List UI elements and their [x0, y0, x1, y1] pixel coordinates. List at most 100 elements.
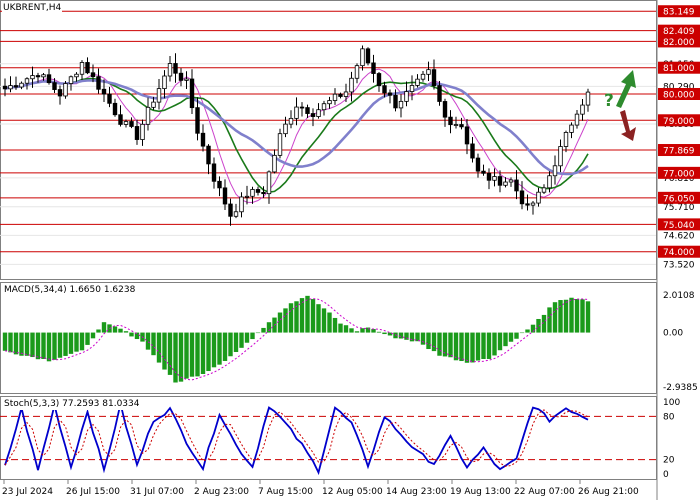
candle-body — [173, 63, 178, 74]
candle-body — [426, 69, 431, 75]
macd-bar — [35, 332, 41, 360]
stoch-label: Stoch(5,3,3) 77.2593 81.0334 — [3, 399, 141, 410]
stoch-scale-label: 0 — [663, 470, 669, 480]
candle-body — [398, 100, 404, 109]
candle-body — [8, 85, 13, 90]
candle-body — [316, 109, 321, 117]
candle-body — [123, 121, 129, 125]
candle-body — [178, 72, 184, 81]
macd-bar — [162, 332, 167, 370]
candle-body — [580, 104, 585, 115]
macd-label: MACD(5,34,4) 1.6650 1.6238 — [3, 285, 137, 296]
macd-bar — [503, 332, 508, 347]
candle-body — [272, 154, 277, 173]
level-price-label: 83.149 — [663, 8, 695, 18]
candle-body — [63, 83, 68, 97]
level-price-label: 80.000 — [663, 91, 695, 101]
candle-body — [415, 78, 420, 86]
candle-body — [437, 85, 442, 102]
macd-bar — [206, 332, 211, 372]
question-mark-label: ? — [604, 91, 614, 111]
candle-body — [525, 203, 530, 206]
candle-body — [387, 92, 393, 96]
macd-bar — [475, 332, 481, 361]
candle-body — [255, 189, 261, 193]
candle-body — [90, 72, 96, 78]
macd-bar — [569, 297, 574, 333]
candle-body — [376, 73, 382, 87]
candle-body — [151, 101, 156, 108]
candle-body — [332, 93, 338, 101]
candle-body — [321, 103, 327, 111]
candle-body — [145, 106, 151, 125]
candle-body — [382, 85, 387, 94]
candle-body — [481, 170, 486, 174]
candle-body — [409, 85, 415, 92]
time-label: 26 Aug 21:00 — [578, 487, 639, 497]
candle-body — [206, 145, 211, 165]
macd-bar — [288, 303, 294, 333]
level-price-label: 81.000 — [663, 64, 695, 74]
time-label: 26 Jul 15:00 — [66, 487, 120, 497]
macd-bar — [85, 332, 90, 345]
macd-bar — [354, 331, 360, 333]
macd-bar — [151, 332, 156, 356]
macd-bar — [145, 332, 151, 350]
candle-body — [24, 78, 30, 84]
macd-scale-label: 0.00 — [663, 329, 683, 339]
macd-bar — [349, 328, 354, 333]
candle-body — [140, 123, 145, 140]
macd-bar — [420, 332, 426, 345]
macd-bar — [398, 332, 404, 339]
candle-body — [222, 187, 228, 205]
candle-body — [497, 176, 503, 186]
macd-bar — [250, 332, 255, 340]
macd-bar — [519, 332, 525, 334]
candle-body — [184, 78, 189, 81]
candle-body — [305, 107, 310, 114]
candle-body — [250, 189, 255, 197]
candle-body — [360, 48, 365, 67]
candle-body — [552, 165, 558, 177]
macd-bar — [118, 328, 123, 333]
candle-body — [558, 146, 563, 167]
candle-body — [74, 73, 79, 78]
candle-body — [354, 65, 360, 79]
candle-body — [261, 192, 266, 195]
macd-bar — [585, 301, 591, 333]
candle-body — [2, 85, 8, 90]
macd-bar — [481, 332, 486, 359]
macd-bar — [343, 325, 349, 333]
time-label: 7 Aug 15:00 — [258, 487, 313, 497]
stoch-scale-label: 80 — [663, 412, 675, 422]
candle-body — [404, 91, 409, 102]
macd-bar — [68, 332, 74, 354]
level-price-label: 75.040 — [663, 221, 695, 231]
macd-bar — [437, 332, 442, 356]
candle-body — [79, 62, 85, 75]
candle-body — [162, 75, 167, 90]
macd-bar — [2, 332, 8, 351]
macd-bar — [228, 332, 233, 357]
candle-body — [167, 63, 173, 77]
candle-body — [470, 143, 475, 159]
candle-body — [101, 88, 107, 95]
candle-body — [244, 195, 250, 198]
macd-bar — [134, 332, 140, 340]
chart-canvas: ? 81.15080.29078.86076.81075.71074.62073… — [0, 0, 700, 500]
stoch-scale-label: 20 — [663, 456, 675, 466]
price-tick-label: 74.620 — [663, 231, 695, 241]
candle-body — [118, 114, 123, 125]
macd-bar — [19, 332, 24, 356]
candle-body — [519, 190, 525, 205]
candle-body — [52, 82, 57, 90]
candle-body — [134, 126, 140, 140]
macd-bar — [332, 317, 338, 333]
macd-bar — [96, 329, 101, 333]
candle-body — [46, 74, 52, 84]
macd-bar — [261, 327, 266, 333]
candle-body — [547, 175, 552, 189]
macd-bar — [200, 332, 206, 374]
candle-body — [420, 73, 426, 80]
candle-body — [574, 113, 580, 126]
